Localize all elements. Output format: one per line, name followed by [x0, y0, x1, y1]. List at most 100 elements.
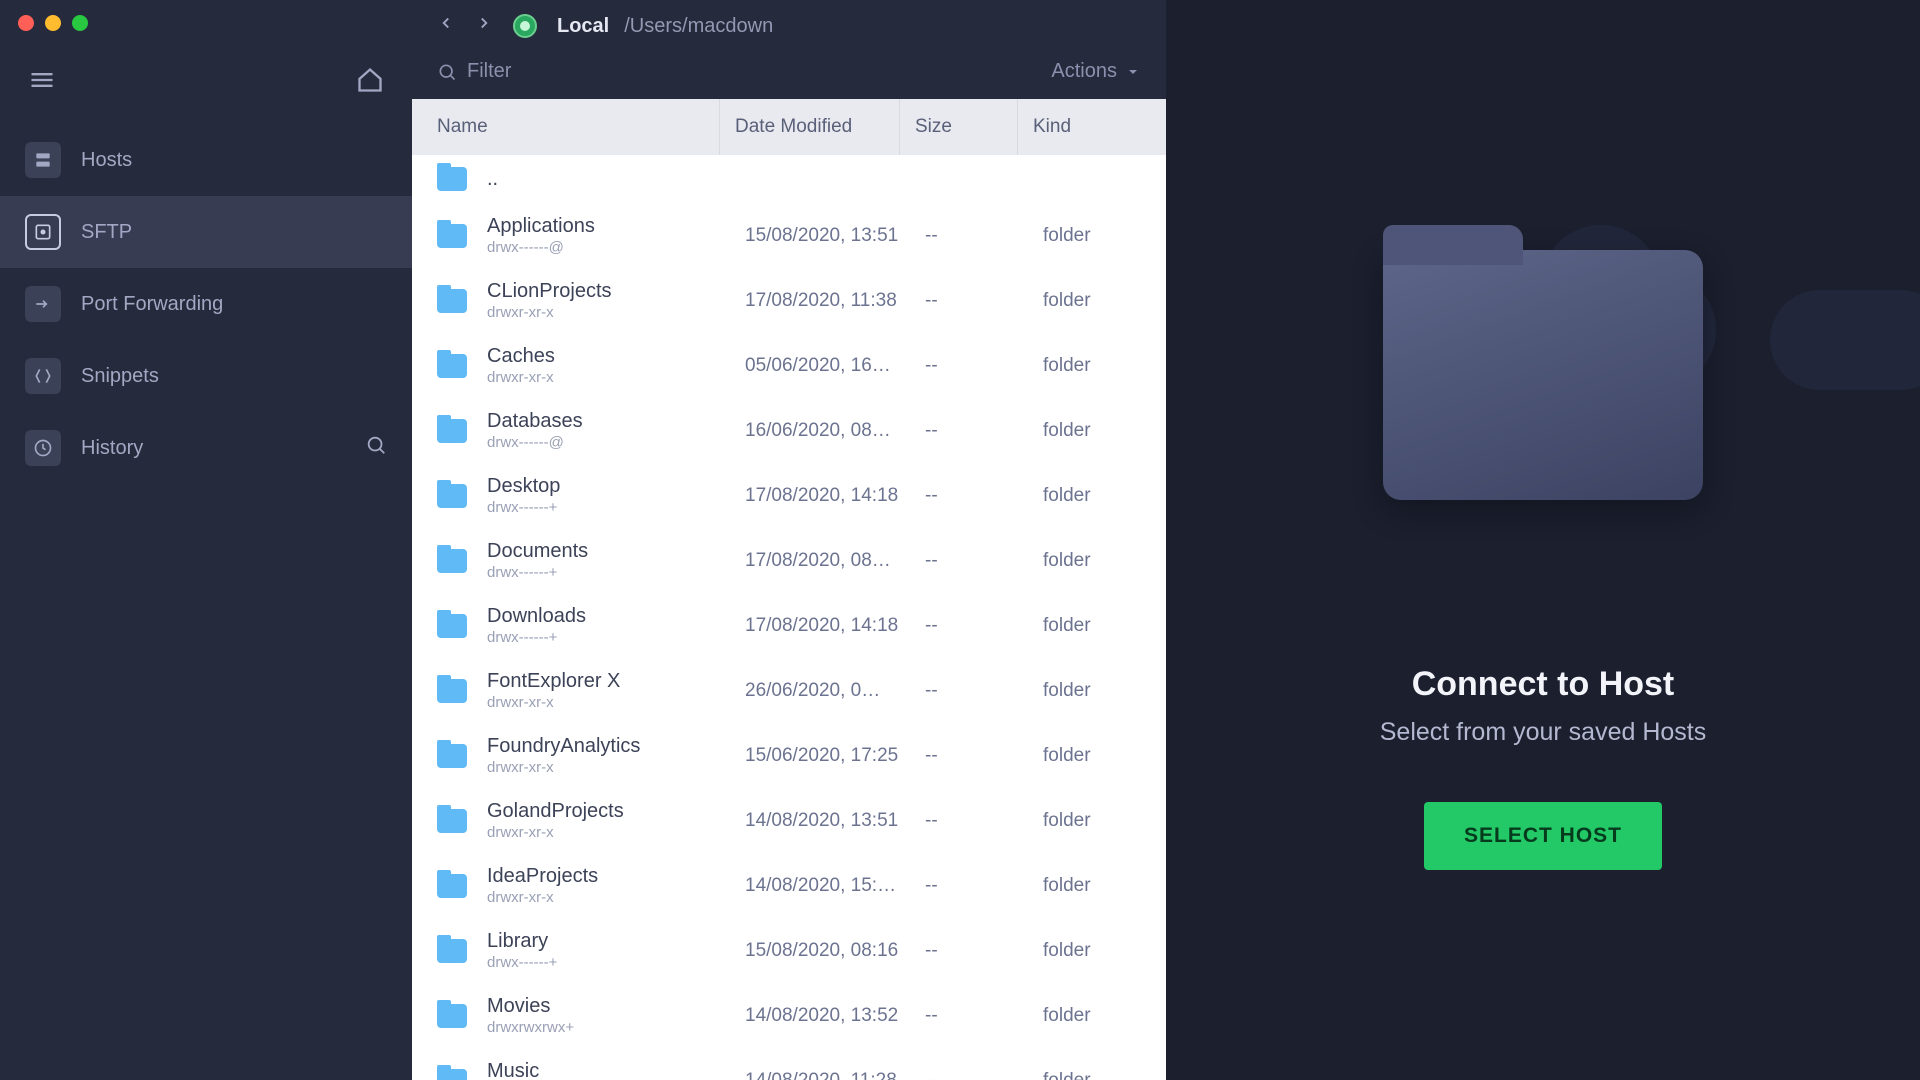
history-icon — [25, 430, 61, 466]
file-row[interactable]: Databases drwx------@ 16/06/2020, 08… --… — [412, 398, 1166, 463]
file-row[interactable]: Applications drwx------@ 15/08/2020, 13:… — [412, 203, 1166, 268]
file-size: -- — [925, 485, 1043, 507]
sidebar-item-port-forwarding[interactable]: Port Forwarding — [0, 268, 412, 340]
file-permissions: drwxrwxrwx+ — [487, 1019, 745, 1036]
connect-panel: Connect to Host Select from your saved H… — [1166, 0, 1920, 1080]
sidebar: Hosts SFTP Port Forwarding Snippets Hist… — [0, 0, 412, 1080]
file-row[interactable]: Documents drwx------+ 17/08/2020, 08… --… — [412, 528, 1166, 593]
sidebar-item-history[interactable]: History — [0, 412, 412, 484]
connect-title: Connect to Host — [1412, 665, 1675, 704]
file-name: .. — [487, 168, 745, 191]
folder-icon — [437, 1069, 467, 1080]
file-name: Applications — [487, 215, 745, 238]
file-name: Music — [487, 1060, 745, 1080]
file-date: 14/08/2020, 13:51 — [745, 810, 925, 832]
search-icon[interactable] — [365, 434, 387, 462]
file-row[interactable]: IdeaProjects drwxr-xr-x 14/08/2020, 15:…… — [412, 853, 1166, 918]
path-breadcrumb[interactable]: /Users/macdown — [624, 15, 773, 38]
file-name: CLionProjects — [487, 280, 745, 303]
file-date: 14/08/2020, 13:52 — [745, 1005, 925, 1027]
file-row[interactable]: FoundryAnalytics drwxr-xr-x 15/06/2020, … — [412, 723, 1166, 788]
select-host-button[interactable]: SELECT HOST — [1424, 802, 1662, 870]
file-name: Documents — [487, 540, 745, 563]
file-row[interactable]: Library drwx------+ 15/08/2020, 08:16 --… — [412, 918, 1166, 983]
file-size: -- — [925, 355, 1043, 377]
file-row[interactable]: .. — [412, 155, 1166, 203]
forward-button[interactable] — [475, 14, 493, 38]
col-date[interactable]: Date Modified — [720, 99, 900, 155]
actions-dropdown[interactable]: Actions — [1051, 60, 1141, 83]
snippets-icon — [25, 358, 61, 394]
file-kind: folder — [1043, 290, 1166, 312]
sidebar-item-label: Port Forwarding — [81, 293, 223, 316]
file-row[interactable]: Music drwx------+ 14/08/2020, 11:28 -- f… — [412, 1048, 1166, 1080]
col-size[interactable]: Size — [900, 99, 1018, 155]
file-permissions: drwxr-xr-x — [487, 694, 745, 711]
home-icon[interactable] — [356, 66, 384, 99]
folder-icon — [437, 484, 467, 508]
folder-icon — [437, 167, 467, 191]
file-kind: folder — [1043, 355, 1166, 377]
file-date: 17/08/2020, 11:38 — [745, 290, 925, 312]
file-kind: folder — [1043, 1005, 1166, 1027]
filter-input[interactable]: Filter — [437, 60, 511, 83]
file-row[interactable]: FontExplorer X drwxr-xr-x 26/06/2020, 0…… — [412, 658, 1166, 723]
file-date: 17/08/2020, 08… — [745, 550, 925, 572]
file-name: IdeaProjects — [487, 865, 745, 888]
file-kind: folder — [1043, 810, 1166, 832]
folder-icon — [437, 939, 467, 963]
file-name: Desktop — [487, 475, 745, 498]
sftp-icon — [25, 214, 61, 250]
file-list: .. Applications drwx------@ 15/08/2020, … — [412, 155, 1166, 1080]
sidebar-item-label: SFTP — [81, 221, 132, 244]
col-name[interactable]: Name — [412, 99, 720, 155]
folder-icon — [437, 874, 467, 898]
file-date: 15/06/2020, 17:25 — [745, 745, 925, 767]
folder-icon — [437, 679, 467, 703]
file-date: 14/08/2020, 11:28 — [745, 1070, 925, 1080]
file-date: 15/08/2020, 08:16 — [745, 940, 925, 962]
file-date: 26/06/2020, 0… — [745, 680, 925, 702]
sidebar-item-hosts[interactable]: Hosts — [0, 124, 412, 196]
file-date: 17/08/2020, 14:18 — [745, 615, 925, 637]
file-date: 15/08/2020, 13:51 — [745, 225, 925, 247]
maximize-window[interactable] — [72, 15, 88, 31]
file-date: 16/06/2020, 08… — [745, 420, 925, 442]
file-size: -- — [925, 875, 1043, 897]
connect-subtitle: Select from your saved Hosts — [1380, 718, 1707, 747]
file-kind: folder — [1043, 745, 1166, 767]
file-permissions: drwx------@ — [487, 239, 745, 256]
file-size: -- — [925, 745, 1043, 767]
col-kind[interactable]: Kind — [1018, 99, 1166, 155]
file-date: 05/06/2020, 16… — [745, 355, 925, 377]
folder-icon — [437, 549, 467, 573]
hosts-icon — [25, 142, 61, 178]
file-size: -- — [925, 940, 1043, 962]
file-size: -- — [925, 420, 1043, 442]
folder-icon — [437, 224, 467, 248]
file-row[interactable]: Downloads drwx------+ 17/08/2020, 14:18 … — [412, 593, 1166, 658]
file-kind: folder — [1043, 225, 1166, 247]
folder-icon — [437, 614, 467, 638]
file-size: -- — [925, 810, 1043, 832]
file-kind: folder — [1043, 680, 1166, 702]
back-button[interactable] — [437, 14, 455, 38]
sidebar-item-label: History — [81, 437, 143, 460]
file-kind: folder — [1043, 1070, 1166, 1080]
close-window[interactable] — [18, 15, 34, 31]
table-header: Name Date Modified Size Kind — [412, 99, 1166, 155]
file-row[interactable]: CLionProjects drwxr-xr-x 17/08/2020, 11:… — [412, 268, 1166, 333]
minimize-window[interactable] — [45, 15, 61, 31]
file-row[interactable]: GolandProjects drwxr-xr-x 14/08/2020, 13… — [412, 788, 1166, 853]
file-kind: folder — [1043, 485, 1166, 507]
file-permissions: drwxr-xr-x — [487, 369, 745, 386]
connection-status-icon — [513, 14, 537, 38]
file-row[interactable]: Caches drwxr-xr-x 05/06/2020, 16… -- fol… — [412, 333, 1166, 398]
folder-illustration — [1383, 250, 1703, 500]
sidebar-item-sftp[interactable]: SFTP — [0, 196, 412, 268]
menu-icon[interactable] — [28, 66, 56, 99]
file-name: FoundryAnalytics — [487, 735, 745, 758]
sidebar-item-snippets[interactable]: Snippets — [0, 340, 412, 412]
file-row[interactable]: Movies drwxrwxrwx+ 14/08/2020, 13:52 -- … — [412, 983, 1166, 1048]
file-row[interactable]: Desktop drwx------+ 17/08/2020, 14:18 --… — [412, 463, 1166, 528]
